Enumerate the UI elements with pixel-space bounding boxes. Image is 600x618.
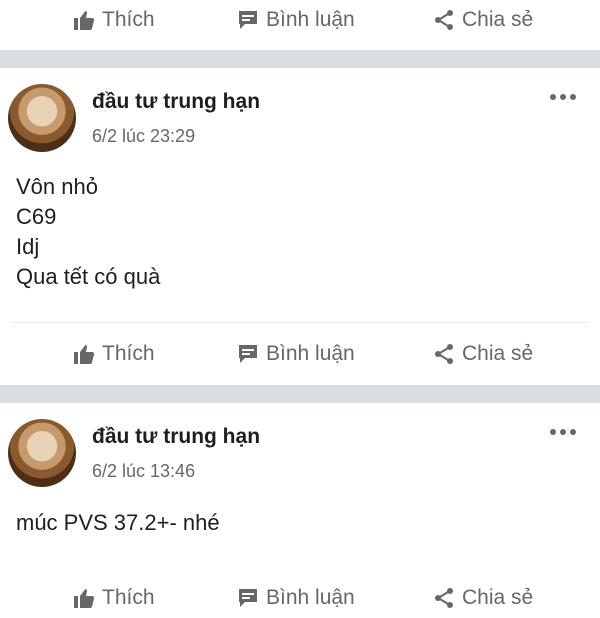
share-button[interactable]: Chia sẻ [432,334,533,374]
share-button[interactable]: Chia sẻ [432,578,533,618]
like-label: Thích [102,342,155,365]
comment-icon [239,11,257,29]
share-label: Chia sẻ [462,342,534,365]
action-bar: Thích Bình luận Chia sẻ [0,334,600,374]
comment-icon [239,345,257,363]
divider [12,322,588,323]
action-bar-bottom: Thích Bình luận Chia sẻ [0,578,600,618]
thumbs-up-icon [74,11,95,30]
share-button[interactable]: Chia sẻ [432,0,533,40]
comment-icon [239,589,257,607]
post-header: đầu tư trung hạn 6/2 lúc 13:46 [0,419,600,499]
comment-label: Bình luận [266,586,355,609]
post-separator [0,50,600,68]
post-separator [0,385,600,403]
post-line: múc PVS 37.2+- nhé [16,510,220,535]
share-icon [435,344,453,364]
author-name[interactable]: đầu tư trung hạn [92,90,260,114]
like-label: Thích [102,8,155,31]
post-body: Vôn nhỏ C69 Idj Qua tết có quà [16,172,160,292]
comment-button[interactable]: Bình luận [236,578,355,618]
like-button[interactable]: Thích [72,578,155,618]
share-icon [435,10,453,30]
post-header: đầu tư trung hạn 6/2 lúc 23:29 [0,84,600,164]
comment-label: Bình luận [266,8,355,31]
thumbs-up-icon [74,345,95,364]
comment-button[interactable]: Bình luận [236,0,355,40]
more-dots-icon[interactable] [550,425,580,439]
action-bar-top: Thích Bình luận Chia sẻ [0,0,600,40]
post-time[interactable]: 6/2 lúc 13:46 [92,461,195,482]
like-button[interactable]: Thích [72,334,155,374]
post-line: Qua tết có quà [16,264,161,289]
post-time[interactable]: 6/2 lúc 23:29 [92,126,195,147]
comment-label: Bình luận [266,342,355,365]
post-line: Idj [16,234,40,259]
like-button[interactable]: Thích [72,0,155,40]
more-dots-icon[interactable] [550,90,580,104]
share-label: Chia sẻ [462,586,534,609]
share-icon [435,588,453,608]
author-name[interactable]: đầu tư trung hạn [92,425,260,449]
like-label: Thích [102,586,155,609]
thumbs-up-icon [74,589,95,608]
post-line: Vôn nhỏ [16,174,98,199]
avatar[interactable] [8,419,76,487]
post-line: C69 [16,204,57,229]
share-label: Chia sẻ [462,8,534,31]
post-body: múc PVS 37.2+- nhé [16,508,220,538]
comment-button[interactable]: Bình luận [236,334,355,374]
avatar[interactable] [8,84,76,152]
